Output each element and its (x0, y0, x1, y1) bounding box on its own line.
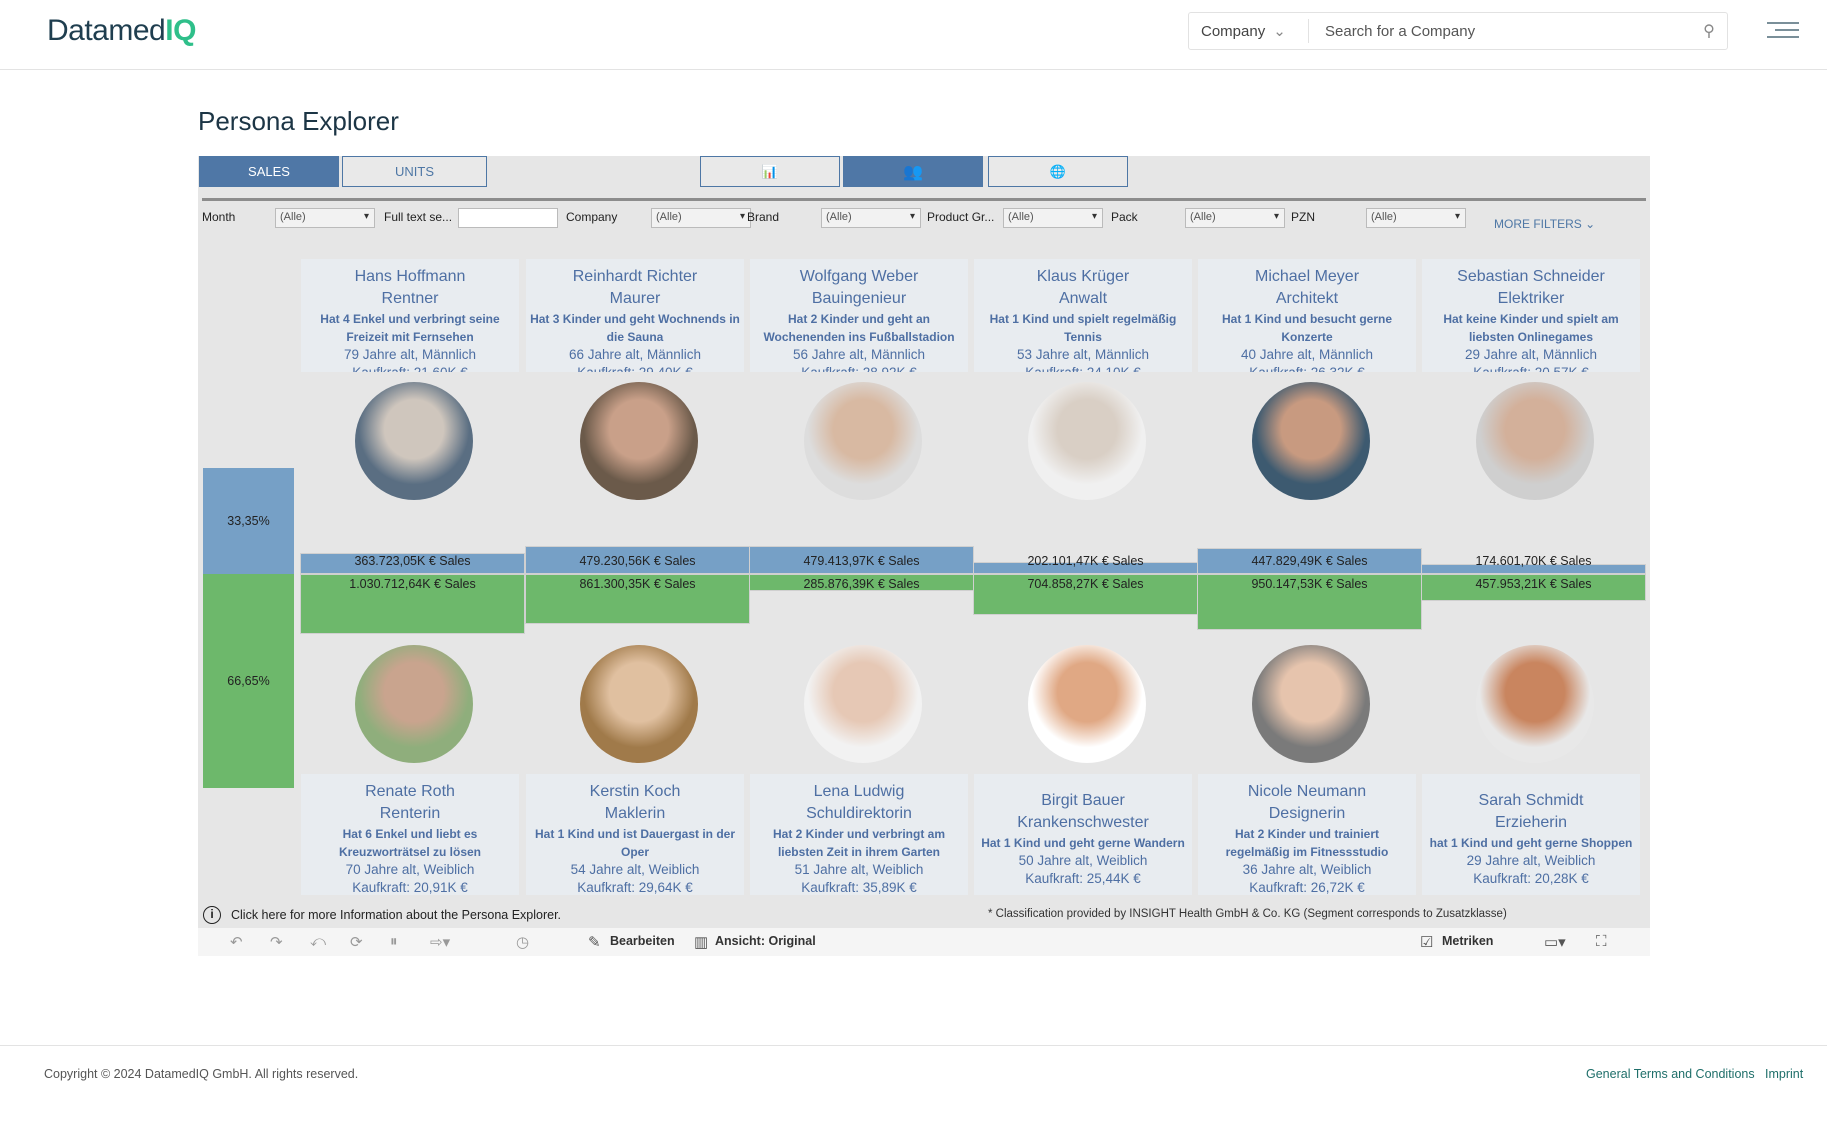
edit-icon: ✎ (588, 934, 601, 951)
filter-dropdown[interactable]: (Alle) (1366, 208, 1466, 228)
persona-card-female[interactable]: Birgit Bauer Krankenschwester Hat 1 Kind… (974, 774, 1192, 895)
page-title: Persona Explorer (198, 106, 399, 136)
info-icon: i (203, 906, 221, 924)
more-filters-button[interactable]: MORE FILTERS ⌄ (1494, 217, 1595, 231)
female-sales-label: 861.300,35K € Sales (579, 577, 696, 591)
persona-view-icon: 👥 (903, 163, 923, 181)
filter-dropdown[interactable]: (Alle) (1185, 208, 1285, 228)
redo-icon[interactable]: ↷ (270, 933, 283, 951)
male-sales-label: 479.413,97K € Sales (803, 554, 920, 568)
tab-units[interactable]: UNITS (342, 156, 487, 187)
view-icon: ▥ (694, 934, 709, 951)
persona-photo (1028, 645, 1146, 763)
persona-card-female[interactable]: Lena Ludwig Schuldirektorin Hat 2 Kinder… (750, 774, 968, 895)
map-view-icon: 🌐 (1049, 163, 1067, 179)
male-sales-label: 174.601,70K € Sales (1475, 554, 1592, 568)
chevron-down-icon: ⌄ (1273, 23, 1286, 40)
male-sales-label: 447.829,49K € Sales (1251, 554, 1368, 568)
filter-label: Brand (747, 210, 780, 224)
persona-card-male[interactable]: Reinhardt Richter Maurer Hat 3 Kinder un… (526, 259, 744, 372)
persona-photo (1252, 645, 1370, 763)
persona-card-male[interactable]: Michael Meyer Architekt Hat 1 Kind und b… (1198, 259, 1416, 372)
chart-view-button[interactable]: 📊 (700, 156, 840, 187)
full-text-search-input[interactable] (458, 208, 558, 228)
persona-card-female[interactable]: Kerstin Koch Maklerin Hat 1 Kind und ist… (526, 774, 744, 895)
persona-photo (580, 645, 698, 763)
female-sales-label: 1.030.712,64K € Sales (349, 577, 476, 591)
viz-toolbar: ↶ ↷ ⤺ ⟳ ⏸ ⇨▾ ◷ ✎ Bearbeiten ▥ Ansicht: O… (198, 928, 1650, 956)
persona-card-male[interactable]: Wolfgang Weber Bauingenieur Hat 2 Kinder… (750, 259, 968, 372)
search-scope-dropdown[interactable]: Company ⌄ (1189, 19, 1309, 43)
imprint-link[interactable]: Imprint (1765, 1067, 1803, 1081)
footer (0, 1045, 1827, 1135)
pause-icon[interactable]: ⏸ (390, 933, 398, 950)
metrics-icon: ☑ (1420, 934, 1434, 951)
filter-label: Full text se... (384, 210, 453, 224)
filter-label: Month (202, 210, 236, 224)
company-search: Company ⌄ Search for a Company ⚲ (1188, 12, 1728, 50)
persona-card-female[interactable]: Nicole Neumann Designerin Hat 2 Kinder u… (1198, 774, 1416, 895)
persona-card-male[interactable]: Hans Hoffmann Rentner Hat 4 Enkel und ve… (301, 259, 519, 372)
search-input[interactable]: Search for a Company (1309, 23, 1691, 40)
filter-dropdown[interactable]: (Alle) (275, 208, 375, 228)
tab-sales[interactable]: SALES (199, 156, 339, 187)
top-header: DatamedIQ Company ⌄ Search for a Company … (0, 0, 1827, 70)
persona-photo (1476, 645, 1594, 763)
persona-photo (1028, 382, 1146, 500)
clock-icon[interactable]: ◷ (516, 933, 529, 951)
replay-icon[interactable]: ⇨▾ (430, 933, 450, 951)
info-link[interactable]: i Click here for more Information about t… (203, 906, 561, 924)
filter-dropdown[interactable]: (Alle) (821, 208, 921, 228)
persona-photo (355, 382, 473, 500)
map-view-button[interactable]: 🌐 (988, 156, 1128, 187)
female-sales-label: 704.858,27K € Sales (1027, 577, 1144, 591)
male-sales-label: 479.230,56K € Sales (579, 554, 696, 568)
fullscreen-icon[interactable]: ⛶ (1596, 933, 1607, 950)
share-icon[interactable]: ▭▾ (1544, 933, 1566, 951)
female-sales-label: 285.876,39K € Sales (803, 577, 920, 591)
persona-photo (580, 382, 698, 500)
persona-card-female[interactable]: Renate Roth Renterin Hat 6 Enkel und lie… (301, 774, 519, 895)
filter-label: Company (566, 210, 618, 224)
terms-link[interactable]: General Terms and Conditions (1586, 1067, 1755, 1081)
undo-icon[interactable]: ↶ (230, 933, 243, 951)
persona-photo (804, 382, 922, 500)
filter-label: Product Gr... (927, 210, 995, 224)
male-sales-label: 363.723,05K € Sales (354, 554, 471, 568)
persona-photo (1252, 382, 1370, 500)
filter-label: PZN (1291, 210, 1315, 224)
male-share-bar: 33,35% (203, 468, 294, 574)
male-sales-label: 202.101,47K € Sales (1027, 554, 1144, 568)
divider (202, 198, 1646, 201)
persona-card-male[interactable]: Sebastian Schneider Elektriker Hat keine… (1422, 259, 1640, 372)
view-original-button[interactable]: Ansicht: Original (715, 934, 816, 948)
persona-card-male[interactable]: Klaus Krüger Anwalt Hat 1 Kind und spiel… (974, 259, 1192, 372)
filter-dropdown[interactable]: (Alle) (651, 208, 751, 228)
persona-photo (804, 645, 922, 763)
refresh-icon[interactable]: ⟳ (350, 933, 363, 951)
filter-label: Pack (1111, 210, 1138, 224)
persona-view-button[interactable]: 👥 (843, 156, 983, 187)
persona-photo (355, 645, 473, 763)
filter-dropdown[interactable]: (Alle) (1003, 208, 1103, 228)
copyright: Copyright © 2024 DatamedIQ GmbH. All rig… (44, 1067, 359, 1081)
persona-photo (1476, 382, 1594, 500)
edit-button[interactable]: Bearbeiten (610, 934, 675, 948)
hamburger-menu-icon[interactable] (1767, 22, 1799, 40)
female-share-bar: 66,65% (203, 574, 294, 788)
female-sales-label: 457.953,21K € Sales (1475, 577, 1592, 591)
logo[interactable]: DatamedIQ (47, 14, 196, 48)
classification-note: * Classification provided by INSIGHT Hea… (988, 908, 1507, 920)
female-sales-label: 950.147,53K € Sales (1251, 577, 1368, 591)
persona-card-female[interactable]: Sarah Schmidt Erzieherin hat 1 Kind und … (1422, 774, 1640, 895)
chevron-down-icon: ⌄ (1585, 217, 1596, 231)
chart-view-icon: 📊 (761, 163, 779, 179)
search-icon[interactable]: ⚲ (1691, 21, 1727, 41)
dashboard: SALES UNITS 📊 👥 🌐 Month (Alle) Full text s… (198, 156, 1650, 928)
revert-icon[interactable]: ⤺ (310, 933, 326, 950)
metrics-button[interactable]: Metriken (1442, 934, 1493, 948)
